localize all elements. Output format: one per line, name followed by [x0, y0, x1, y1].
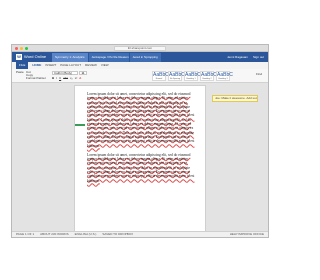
close-window-button[interactable] — [15, 47, 18, 50]
font-family-select[interactable]: Calibri (Body) — [52, 71, 78, 75]
user-name[interactable]: Jenni Ragasam — [227, 55, 248, 59]
italic-button[interactable]: I — [56, 77, 57, 80]
doc-tab[interactable]: Symmetry 1: Analytics — [52, 53, 88, 62]
underline-button[interactable]: U — [59, 77, 61, 80]
help-improve-link[interactable]: HELP IMPROVE OFFICE — [230, 232, 264, 237]
document-canvas[interactable]: Lorem ipsum dolor sit amet, consectetur … — [12, 83, 268, 235]
paste-button[interactable]: Paste — [16, 71, 24, 74]
document-page[interactable]: Lorem ipsum dolor sit amet, consectetur … — [74, 85, 206, 235]
page-count: PAGE 1 OF 1 — [16, 232, 35, 236]
zoom-window-button[interactable] — [25, 47, 28, 50]
styles-gallery: AaBbCc Normal AaBbCc No Spacing AaBbC He… — [152, 71, 233, 81]
tab-file[interactable]: FILE — [16, 62, 29, 69]
minimize-window-button[interactable] — [20, 47, 23, 50]
tab-page-layout[interactable]: PAGE LAYOUT — [60, 62, 81, 69]
language-indicator[interactable]: ENGLISH (U.S.) — [75, 232, 97, 237]
superscript-button[interactable]: x² — [75, 77, 78, 80]
tab-home[interactable]: HOME — [32, 62, 41, 69]
tab-view[interactable]: VIEW — [101, 62, 109, 69]
tab-insert[interactable]: INSERT — [45, 62, 56, 69]
format-buttons: B I U abc x₂ x² A — [52, 77, 81, 80]
font-size-select[interactable]: 11 — [79, 71, 87, 75]
style-heading-3[interactable]: AaBbC Heading 3 — [216, 71, 233, 81]
style-heading-1[interactable]: AaBbC Heading 1 — [184, 71, 201, 81]
ribbon-home: Paste Cut Copy Format Painter Calibri (B… — [12, 69, 268, 83]
font-color-button[interactable]: A — [79, 77, 81, 80]
style-heading-2[interactable]: AaBbC Heading 2 — [200, 71, 217, 81]
tab-review[interactable]: REVIEW — [85, 62, 97, 69]
browser-titlebar: ibl.sharepoint.com — [12, 45, 268, 52]
app-name[interactable]: Word Online — [24, 55, 46, 59]
format-painter-button[interactable]: Format Painter — [26, 77, 46, 80]
status-bar: PAGE 1 OF 1 ABOUT 230 WORDS ENGLISH (U.S… — [12, 231, 268, 237]
comment-bubble[interactable]: Joe: Make it awesome. Add some — [212, 95, 258, 102]
clipboard-group: Paste — [16, 71, 24, 81]
doc-tab[interactable]: Jenkspage / Puzzle Reason — [88, 53, 129, 62]
bold-button[interactable]: B — [52, 77, 54, 80]
clipboard-small-group: Cut Copy Format Painter — [26, 71, 46, 81]
document-tabs: Symmetry 1: Analytics Jenkspage / Puzzle… — [52, 53, 161, 62]
style-no-spacing[interactable]: AaBbCc No Spacing — [168, 71, 187, 81]
subscript-button[interactable]: x₂ — [70, 77, 73, 80]
address-bar[interactable]: ibl.sharepoint.com — [114, 46, 166, 51]
word-logo-icon: W — [16, 54, 22, 60]
browser-window: ibl.sharepoint.com W Word Online Symmetr… — [11, 44, 269, 238]
doc-tab[interactable]: Jered in Spropping — [129, 53, 161, 62]
save-status: SAVED TO DROPBOX — [102, 232, 134, 236]
co-author-cursor — [75, 124, 85, 126]
strikethrough-button[interactable]: abc — [63, 77, 68, 80]
window-controls — [15, 47, 28, 50]
sign-out-link[interactable]: Sign out — [253, 55, 264, 59]
office-app-bar: W Word Online Symmetry 1: Analytics Jenk… — [12, 52, 268, 62]
paragraph[interactable]: Lorem ipsum dolor sit amet, consectetur … — [87, 153, 195, 183]
word-count: ABOUT 230 WORDS — [40, 232, 69, 236]
style-normal[interactable]: AaBbCc Normal — [152, 71, 171, 81]
find-button[interactable]: Find — [256, 72, 262, 76]
ribbon-tab-bar: FILE HOME INSERT PAGE LAYOUT REVIEW VIEW — [12, 62, 268, 69]
paragraph[interactable]: Lorem ipsum dolor sit amet, consectetur … — [87, 92, 195, 148]
